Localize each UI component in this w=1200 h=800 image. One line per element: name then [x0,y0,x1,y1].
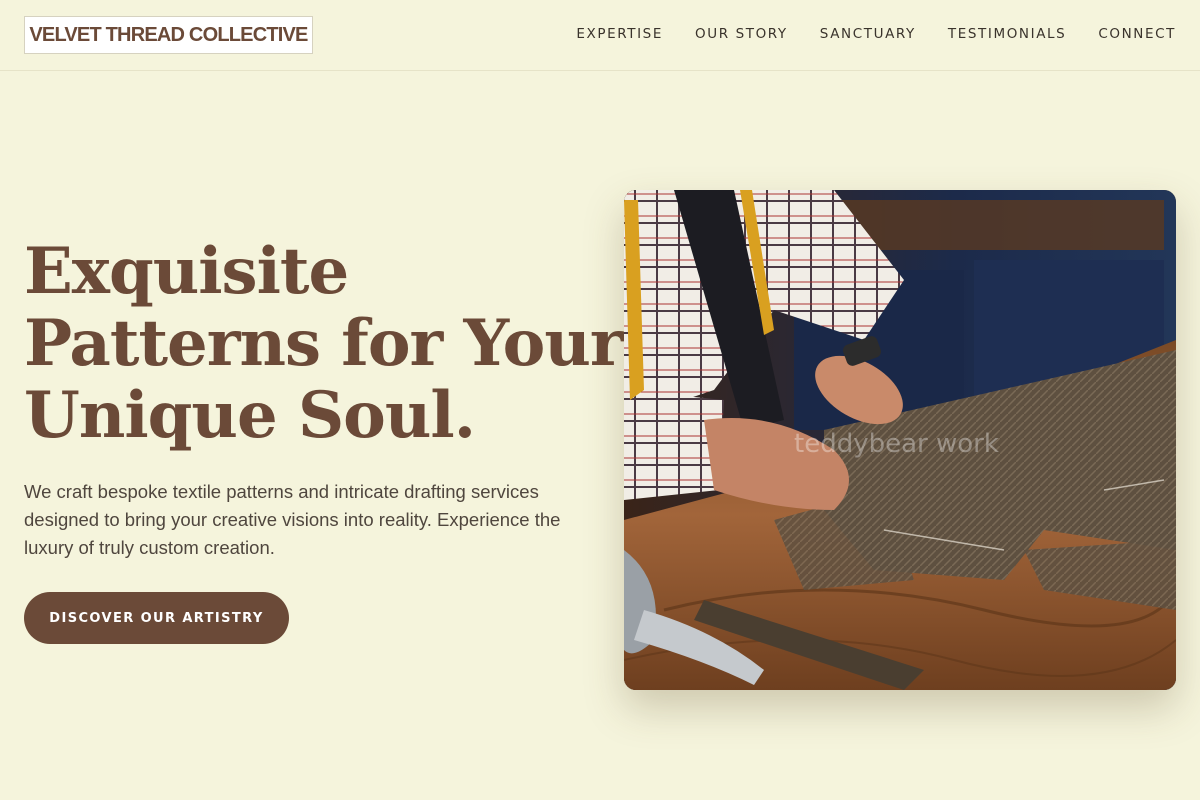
brand-name: VELVET THREAD COLLECTIVE [29,23,308,46]
site-header: VELVET THREAD COLLECTIVE EXPERTISE OUR S… [0,0,1200,71]
image-watermark: teddybear work [794,429,999,459]
hero-title-line: Unique Soul. [24,378,476,453]
hero-image-tailoring: teddybear work [624,190,1176,690]
hero-title-line: Patterns for Your [24,306,624,381]
nav-item-our-story[interactable]: OUR STORY [695,26,788,42]
hero-description: We craft bespoke textile patterns and in… [24,481,561,558]
main-nav: EXPERTISE OUR STORY SANCTUARY TESTIMONIA… [576,24,1176,44]
hero-title-line: Exquisite [24,234,349,309]
nav-item-connect[interactable]: CONNECT [1098,26,1176,42]
nav-item-expertise[interactable]: EXPERTISE [576,26,663,42]
discover-artistry-button[interactable]: DISCOVER OUR ARTISTRY [24,592,289,644]
nav-item-testimonials[interactable]: TESTIMONIALS [948,26,1066,42]
hero-title: Exquisite Patterns for Your Unique Soul. [24,234,624,453]
nav-item-sanctuary[interactable]: SANCTUARY [820,26,916,42]
brand-logo[interactable]: VELVET THREAD COLLECTIVE [24,16,313,54]
